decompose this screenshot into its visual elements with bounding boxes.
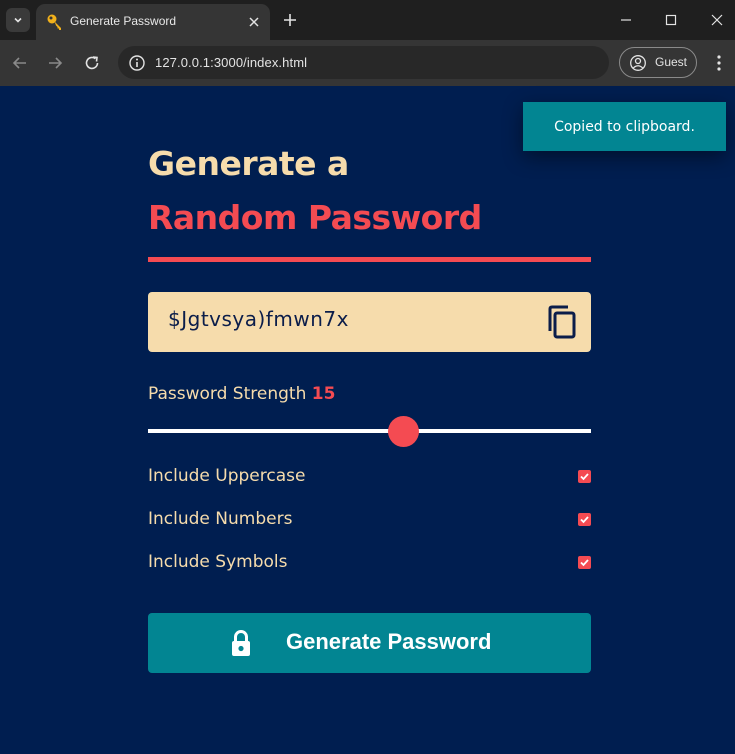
profile-button[interactable]: Guest — [619, 47, 697, 78]
password-value: $Jgtvsya)fmwn7x — [168, 307, 349, 331]
heading-line-2: Random Password — [148, 198, 482, 237]
heading-underline — [148, 257, 591, 262]
url-text[interactable]: 127.0.0.1:3000/index.html — [155, 55, 307, 70]
option-label: Include Symbols — [148, 552, 288, 572]
profile-label: Guest — [655, 55, 688, 69]
browser-toolbar: 127.0.0.1:3000/index.html Guest — [0, 40, 735, 86]
page-content: Copied to clipboard. Generate a Random P… — [0, 86, 735, 754]
copied-toast: Copied to clipboard. — [523, 102, 726, 151]
strength-value: 15 — [311, 384, 336, 404]
copy-icon[interactable] — [545, 304, 579, 340]
browser-tab-bar: Generate Password — [0, 0, 735, 40]
numbers-checkbox[interactable] — [578, 513, 591, 526]
account-icon — [630, 55, 646, 71]
browser-tab[interactable]: Generate Password — [36, 4, 270, 40]
strength-label: Password Strength 15 — [148, 384, 335, 404]
close-icon[interactable] — [246, 14, 262, 30]
chevron-down-icon — [14, 17, 22, 23]
uppercase-checkbox[interactable] — [578, 470, 591, 483]
reload-icon[interactable] — [82, 53, 102, 73]
plus-icon[interactable] — [280, 10, 300, 30]
address-bar[interactable]: 127.0.0.1:3000/index.html — [118, 46, 609, 79]
generate-password-button[interactable]: Generate Password — [148, 613, 591, 673]
minimize-icon[interactable] — [616, 10, 636, 30]
info-icon[interactable] — [128, 54, 146, 72]
strength-label-text: Password Strength — [148, 384, 307, 404]
key-icon — [47, 14, 61, 30]
lock-icon — [232, 630, 250, 656]
strength-slider-thumb[interactable] — [388, 416, 419, 447]
window-close-icon[interactable] — [707, 10, 727, 30]
tab-title: Generate Password — [70, 14, 177, 28]
strength-slider-track[interactable] — [148, 429, 591, 433]
symbols-checkbox[interactable] — [578, 556, 591, 569]
more-vertical-icon[interactable] — [710, 53, 728, 73]
option-uppercase: Include Uppercase — [148, 464, 591, 490]
option-symbols: Include Symbols — [148, 550, 591, 576]
back-arrow-icon[interactable] — [10, 53, 30, 73]
password-display: $Jgtvsya)fmwn7x — [148, 292, 591, 352]
option-label: Include Numbers — [148, 509, 293, 529]
heading-line-1: Generate a — [148, 144, 349, 183]
tab-search-button[interactable] — [6, 8, 30, 32]
generate-button-label: Generate Password — [286, 629, 492, 654]
option-label: Include Uppercase — [148, 466, 306, 486]
maximize-icon[interactable] — [661, 10, 681, 30]
option-numbers: Include Numbers — [148, 507, 591, 533]
forward-arrow-icon[interactable] — [45, 53, 65, 73]
